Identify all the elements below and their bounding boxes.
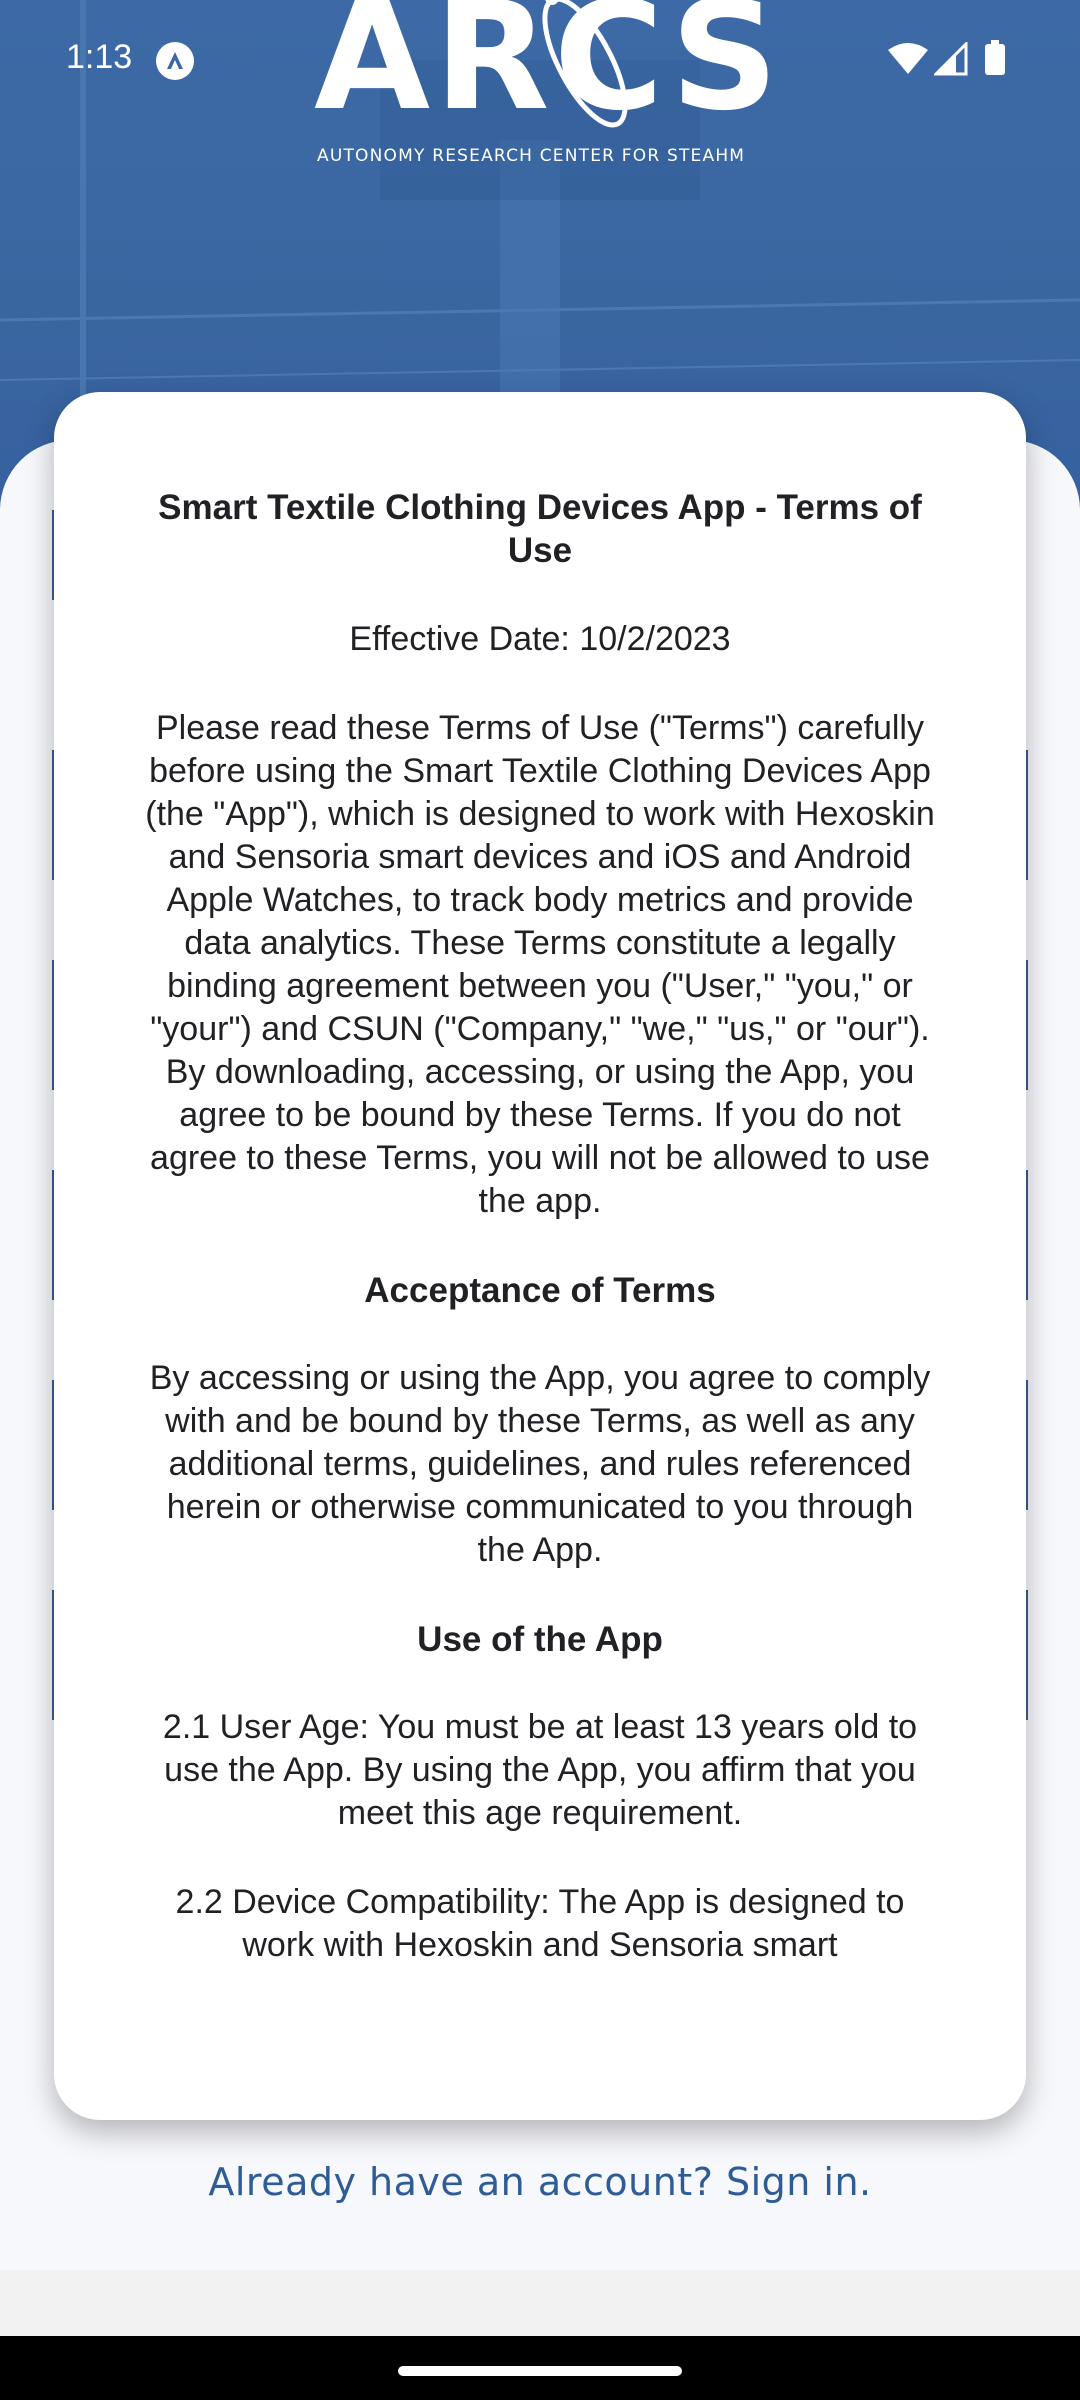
app-notification-icon: [156, 42, 194, 80]
form-field-edge: [1026, 1590, 1028, 1720]
status-time: 1:13: [66, 38, 133, 76]
terms-title: Smart Textile Clothing Devices App - Ter…: [158, 488, 922, 570]
battery-icon: [985, 40, 1005, 75]
form-field-edge: [1026, 1170, 1028, 1300]
terms-scroll-content[interactable]: Smart Textile Clothing Devices App - Ter…: [144, 486, 936, 2013]
form-field-edge: [1026, 750, 1028, 880]
section-heading-use: Use of the App: [417, 1620, 663, 1659]
form-field-edge: [1026, 1380, 1028, 1510]
clause-device-compatibility: 2.2 Device Compatibility: The App is des…: [175, 1883, 905, 1964]
home-gesture-handle[interactable]: [398, 2366, 682, 2376]
terms-effective-date: Effective Date: 10/2/2023: [349, 620, 731, 658]
terms-intro: Please read these Terms of Use ("Terms")…: [145, 709, 935, 1220]
cellular-signal-icon: [934, 42, 968, 76]
section-heading-acceptance: Acceptance of Terms: [364, 1271, 716, 1310]
bottom-strip: [0, 2270, 1080, 2336]
signin-link[interactable]: Already have an account? Sign in.: [0, 2160, 1080, 2204]
status-bar: 1:13: [0, 0, 1080, 120]
terms-of-use-modal[interactable]: Smart Textile Clothing Devices App - Ter…: [54, 392, 1026, 2120]
wifi-icon: [888, 43, 928, 74]
logo-subtitle: AUTONOMY RESEARCH CENTER FOR STEAHM: [317, 146, 746, 166]
clause-user-age: 2.1 User Age: You must be at least 13 ye…: [162, 1708, 918, 1832]
section-body-acceptance: By accessing or using the App, you agree…: [149, 1359, 931, 1569]
form-field-edge: [1026, 960, 1028, 1090]
